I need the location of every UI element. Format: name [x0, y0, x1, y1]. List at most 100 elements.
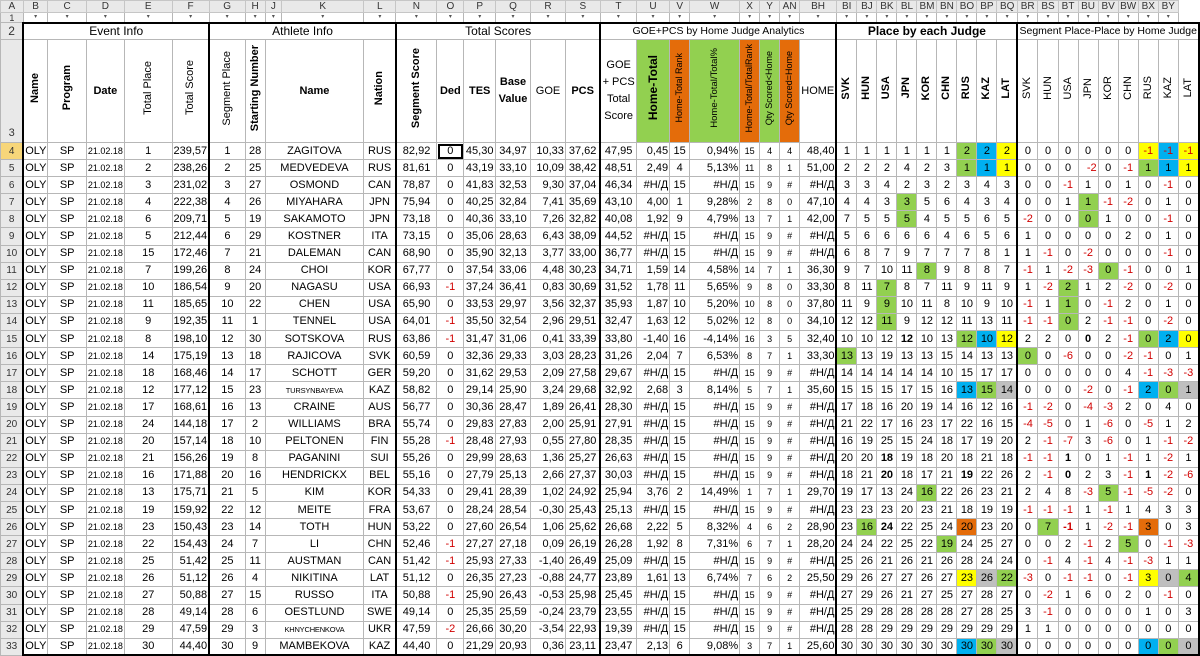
cell-date[interactable]: 21.02.18	[85, 141, 125, 161]
cell-segment-diff[interactable]: -1	[1157, 535, 1179, 554]
cell-segment-diff[interactable]: -2	[1077, 244, 1099, 263]
cell-home[interactable]: #Н/Д	[799, 603, 837, 622]
cell-segment-score[interactable]: 58,82	[394, 381, 438, 400]
cell-date[interactable]: 21.02.18	[85, 364, 125, 383]
cell-goe[interactable]: -0,30	[530, 500, 566, 520]
cell-segment-diff[interactable]: 3	[1137, 569, 1159, 588]
cell-segment-diff[interactable]: 0	[1117, 244, 1139, 263]
cell-home-total-rank[interactable]: 15	[669, 398, 691, 417]
cell-judge-place[interactable]: 15	[896, 432, 918, 451]
cell-goe[interactable]: 0,55	[530, 432, 566, 451]
cell-judge-place[interactable]: 4	[835, 193, 858, 212]
cell-program[interactable]: SP	[47, 312, 87, 332]
cell-home[interactable]: 33,30	[799, 347, 837, 366]
cell-home-total-total-rank[interactable]: 15	[739, 415, 761, 434]
cell-segment-diff[interactable]: 0	[1037, 210, 1059, 229]
cell-starting-number[interactable]: 28	[244, 141, 266, 161]
cell-judge-place[interactable]: 15	[936, 347, 958, 366]
cell-base-value[interactable]: 27,93	[494, 432, 532, 451]
cell-segment-score[interactable]: 59,20	[394, 364, 438, 383]
cell-date[interactable]: 21.02.18	[85, 227, 125, 246]
cell-athlete-name[interactable]: DALEMAN	[264, 244, 365, 263]
cell-segment-score[interactable]: 47,59	[394, 620, 438, 639]
cell-judge-place[interactable]: 6	[835, 244, 858, 263]
cell-segment-diff[interactable]: 0	[1016, 535, 1039, 554]
cell-qty-eq[interactable]: 1	[779, 159, 801, 178]
filter-dropdown-icon[interactable]: ▾	[759, 12, 781, 23]
cell-athlete-name[interactable]: WILLIAMS	[264, 415, 365, 434]
cell-total-place[interactable]: 16	[123, 466, 173, 485]
cell-judge-place[interactable]: 2	[896, 176, 918, 195]
cell-starting-number[interactable]: 21	[244, 244, 266, 263]
cell-judge-place[interactable]: 10	[896, 295, 918, 314]
cell-nation[interactable]: USA	[363, 295, 397, 314]
cell-segment-diff[interactable]: -5	[1137, 483, 1159, 502]
cell-date[interactable]: 21.02.18	[85, 381, 125, 400]
cell-tes[interactable]: 32,36	[463, 347, 496, 366]
cell-judge-place[interactable]: 14	[835, 364, 858, 383]
cell-judge-place[interactable]: 20	[896, 500, 918, 520]
cell-judge-place[interactable]: 3	[896, 193, 918, 212]
cell-total-place[interactable]: 17	[123, 398, 173, 417]
cell-judge-place[interactable]: 1	[835, 141, 858, 161]
cell-program[interactable]: SP	[47, 244, 87, 263]
cell-judge-place[interactable]: 19	[936, 535, 958, 554]
cell-judge-place[interactable]: 22	[916, 535, 938, 554]
cell-home[interactable]: 34,10	[799, 312, 837, 332]
cell-goe-pcs-total[interactable]: 27,91	[599, 415, 637, 434]
cell-segment-diff[interactable]: 0	[1077, 295, 1099, 314]
cell-tes[interactable]: 27,27	[463, 535, 496, 554]
cell-home-total-pct[interactable]: 14,49%	[689, 483, 741, 502]
cell-segment-diff[interactable]: 0	[1016, 159, 1039, 178]
cell-segment-score[interactable]: 49,14	[394, 603, 438, 622]
cell-starting-number[interactable]: 17	[244, 364, 266, 383]
cell-segment-diff[interactable]: 4	[1137, 500, 1159, 520]
cell-qty-eq[interactable]: #	[779, 466, 801, 485]
cell-segment-diff[interactable]: 0	[1057, 210, 1079, 229]
cell-segment-diff[interactable]: 2	[1077, 466, 1099, 485]
filter-dropdown-icon[interactable]: ▾	[1077, 12, 1099, 23]
cell-judge-place[interactable]: 11	[876, 312, 898, 332]
cell-tes[interactable]: 40,36	[463, 210, 496, 229]
cell-judge-place[interactable]: 23	[976, 518, 998, 537]
cell-goe-pcs-total[interactable]: 25,13	[599, 500, 637, 520]
cell-segment-place[interactable]: 26	[208, 569, 246, 588]
cell-event-name[interactable]: OLY	[22, 586, 49, 605]
cell-segment-diff[interactable]: -1	[1016, 312, 1039, 332]
row-number[interactable]: 12	[0, 278, 24, 297]
cell-deduction[interactable]: 0	[436, 603, 465, 622]
cell-judge-place[interactable]: 30	[896, 637, 918, 656]
cell-segment-diff[interactable]: 0	[1057, 227, 1079, 246]
cell-nation[interactable]: CAN	[363, 552, 397, 571]
cell-segment-diff[interactable]: -2	[1117, 347, 1139, 366]
cell-segment-diff[interactable]: 0	[1137, 278, 1159, 297]
cell-program[interactable]: SP	[47, 210, 87, 229]
cell-event-name[interactable]: OLY	[22, 552, 49, 571]
cell-qty-lt[interactable]: 7	[759, 347, 781, 366]
column-header-bt[interactable]: BT	[1057, 0, 1079, 13]
cell-program[interactable]: SP	[47, 449, 87, 468]
column-header-b[interactable]: B	[22, 0, 49, 13]
cell-home-total-pct[interactable]: 7,31%	[689, 535, 741, 554]
cell-judge-place[interactable]: 29	[996, 620, 1018, 639]
cell-segment-diff[interactable]: -1	[1157, 244, 1179, 263]
cell-judge-place[interactable]: 2	[835, 159, 858, 178]
cell-qty-eq[interactable]: 1	[779, 347, 801, 366]
cell-segment-place[interactable]: 24	[208, 535, 246, 554]
cell-tes[interactable]: 28,48	[463, 432, 496, 451]
cell-nation[interactable]: SWE	[363, 603, 397, 622]
cell-home-total[interactable]: 2,22	[635, 518, 671, 537]
cell-starting-number[interactable]: 8	[244, 449, 266, 468]
cell-judge-place[interactable]: 2	[996, 141, 1018, 161]
cell-judge-place[interactable]: 8	[956, 261, 978, 280]
cell-segment-diff[interactable]: 0	[1177, 176, 1200, 195]
cell-segment-diff[interactable]: 1	[1057, 449, 1079, 468]
cell-nation[interactable]: RUS	[363, 330, 397, 349]
cell-pcs[interactable]: 38,42	[564, 159, 601, 178]
cell-program[interactable]: SP	[47, 398, 87, 417]
cell-nation[interactable]: JPN	[363, 210, 397, 229]
cell-total-place[interactable]: 6	[123, 210, 173, 229]
cell-segment-diff[interactable]: -7	[1057, 432, 1079, 451]
cell-segment-place[interactable]: 7	[208, 244, 246, 263]
cell-home-total-rank[interactable]: 15	[669, 141, 691, 161]
